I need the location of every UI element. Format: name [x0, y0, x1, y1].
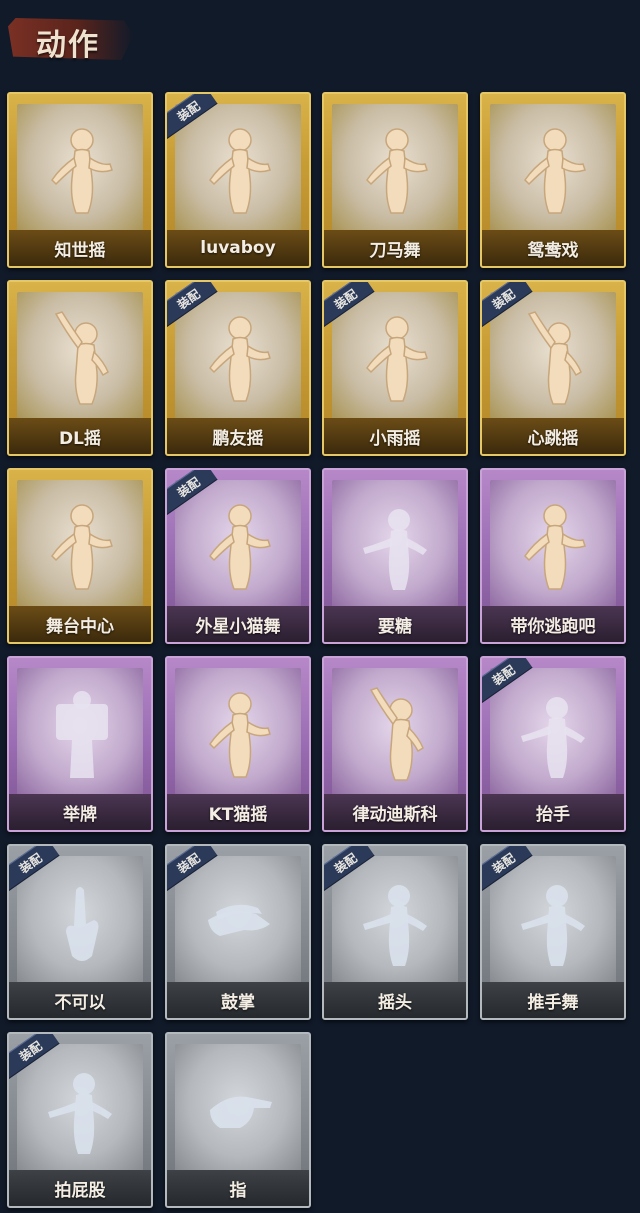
emote-card[interactable]: 举牌 — [7, 656, 153, 832]
emote-name: 指 — [229, 1180, 247, 1201]
emote-grid: 知世摇 装配 luvaboy 刀马舞 鸳鸯戏 DL摇 装配 鹏友摇 装配 小雨摇 装配 心跳摇舞台中心… — [0, 0, 640, 1213]
pose-ghost-icon — [363, 885, 427, 966]
card-label-bar: 心跳摇 — [482, 418, 624, 454]
emote-name: KT猫摇 — [208, 804, 268, 825]
emote-card[interactable]: 知世摇 — [7, 92, 153, 268]
card-label-bar: DL摇 — [9, 418, 151, 454]
pose-dance-icon — [209, 128, 271, 214]
card-label-bar: 小雨摇 — [324, 418, 466, 454]
pose-dance-icon — [209, 504, 271, 590]
emote-name: 摇头 — [378, 992, 412, 1013]
emote-card[interactable]: 刀马舞 — [322, 92, 468, 268]
emote-card[interactable]: 指 — [165, 1032, 311, 1208]
emote-name: 刀马舞 — [369, 240, 421, 261]
card-label-bar: 不可以 — [9, 982, 151, 1018]
emote-name: 举牌 — [63, 804, 97, 825]
card-label-bar: 拍屁股 — [9, 1170, 151, 1206]
card-label-bar: 抬手 — [482, 794, 624, 830]
card-label-bar: 知世摇 — [9, 230, 151, 266]
pose-arm-up-icon — [54, 311, 109, 405]
pose-arm-up-icon — [369, 687, 424, 781]
emote-card[interactable]: 鸳鸯戏 — [480, 92, 626, 268]
emote-name: 心跳摇 — [527, 428, 579, 449]
emote-card[interactable]: DL摇 — [7, 280, 153, 456]
card-label-bar: 刀马舞 — [324, 230, 466, 266]
emote-card[interactable]: 装配 抬手 — [480, 656, 626, 832]
pose-dance-icon — [209, 316, 271, 402]
emote-card[interactable]: 舞台中心 — [7, 468, 153, 644]
pose-dance-icon — [51, 504, 113, 590]
card-label-bar: 摇头 — [324, 982, 466, 1018]
emote-name: luvaboy — [200, 238, 276, 258]
pose-finger-icon — [66, 887, 99, 961]
emote-name: 要糖 — [378, 616, 412, 637]
pose-dance-icon — [209, 692, 271, 778]
card-label-bar: 推手舞 — [482, 982, 624, 1018]
pose-ghost-icon — [48, 1073, 112, 1154]
emote-card[interactable]: KT猫摇 — [165, 656, 311, 832]
emote-card[interactable]: 装配 鼓掌 — [165, 844, 311, 1020]
pose-dance-icon — [524, 504, 586, 590]
pose-sign-icon — [56, 691, 108, 778]
emote-name: 律动迪斯科 — [352, 804, 438, 825]
card-label-bar: 指 — [167, 1170, 309, 1206]
pose-ghost-icon — [363, 509, 427, 590]
pose-ghost-icon — [521, 697, 585, 778]
emote-card[interactable]: 带你逃跑吧 — [480, 468, 626, 644]
emote-name: 鸳鸯戏 — [527, 240, 579, 261]
pose-clap-icon — [208, 904, 270, 936]
emote-name: 鼓掌 — [221, 992, 255, 1013]
card-label-bar: 外星小猫舞 — [167, 606, 309, 642]
emote-name: DL摇 — [59, 428, 101, 449]
emote-name: 舞台中心 — [46, 616, 114, 637]
emote-card[interactable]: 装配 小雨摇 — [322, 280, 468, 456]
emote-name: 鹏友摇 — [212, 428, 264, 449]
pose-arm-up-icon — [527, 311, 582, 405]
card-label-bar: luvaboy — [167, 230, 309, 266]
emote-name: 推手舞 — [527, 992, 579, 1013]
emote-card[interactable]: 装配 不可以 — [7, 844, 153, 1020]
emote-name: 拍屁股 — [54, 1180, 106, 1201]
emote-card[interactable]: 装配 外星小猫舞 — [165, 468, 311, 644]
emote-name: 小雨摇 — [369, 428, 421, 449]
emote-name: 不可以 — [54, 992, 106, 1013]
pose-dance-icon — [51, 128, 113, 214]
emote-card[interactable]: 装配 luvaboy — [165, 92, 311, 268]
emote-card[interactable]: 要糖 — [322, 468, 468, 644]
emote-name: 知世摇 — [54, 240, 106, 261]
pose-dance-icon — [524, 128, 586, 214]
pose-ghost-icon — [521, 885, 585, 966]
emote-card[interactable]: 装配 鹏友摇 — [165, 280, 311, 456]
card-label-bar: 舞台中心 — [9, 606, 151, 642]
emote-card[interactable]: 装配 心跳摇 — [480, 280, 626, 456]
card-label-bar: 鸳鸯戏 — [482, 230, 624, 266]
emote-card[interactable]: 装配 拍屁股 — [7, 1032, 153, 1208]
card-label-bar: 律动迪斯科 — [324, 794, 466, 830]
emote-card[interactable]: 装配 推手舞 — [480, 844, 626, 1020]
emote-card[interactable]: 律动迪斯科 — [322, 656, 468, 832]
emote-card[interactable]: 装配 摇头 — [322, 844, 468, 1020]
card-label-bar: 带你逃跑吧 — [482, 606, 624, 642]
card-label-bar: 举牌 — [9, 794, 151, 830]
card-label-bar: 鹏友摇 — [167, 418, 309, 454]
card-label-bar: 要糖 — [324, 606, 466, 642]
card-label-bar: KT猫摇 — [167, 794, 309, 830]
pose-point-icon — [210, 1096, 272, 1128]
emote-name: 外星小猫舞 — [195, 616, 281, 637]
emote-name: 带你逃跑吧 — [510, 616, 596, 637]
pose-dance-icon — [366, 316, 428, 402]
emote-name: 抬手 — [536, 804, 570, 825]
pose-dance-icon — [366, 128, 428, 214]
card-label-bar: 鼓掌 — [167, 982, 309, 1018]
